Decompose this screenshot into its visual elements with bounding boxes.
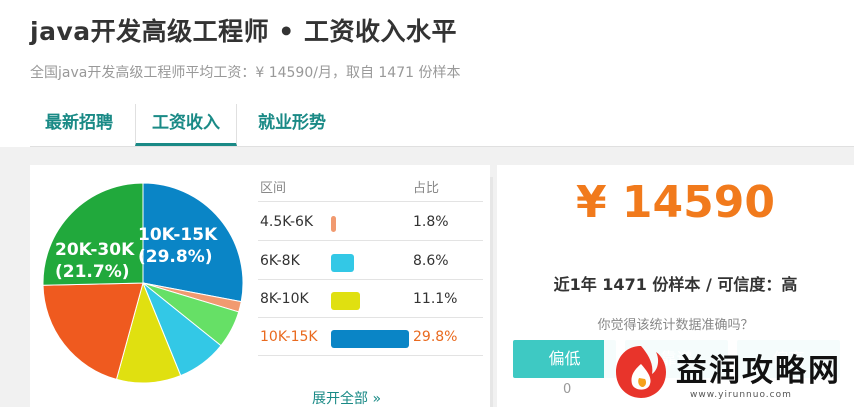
sample-info: 近1年 1471 份样本 / 可信度：高 — [553, 275, 798, 294]
accuracy-question: 你觉得该统计数据准确吗？ — [597, 318, 754, 333]
tab-employment[interactable]: 就业形势 — [258, 104, 326, 144]
column-header-share: 占比 — [413, 181, 440, 196]
watermark-text: 益润攻略网 — [676, 353, 841, 389]
share-bar — [331, 216, 336, 232]
tab-latest-jobs[interactable]: 最新招聘 — [45, 104, 113, 144]
row-divider — [258, 355, 483, 356]
row-range: 8K-10K — [260, 291, 309, 307]
row-share-highlighted: 29.8% — [413, 329, 458, 345]
salary-pie-chart: 10K-15K (29.8%) 20K-30K (21.7%) — [42, 182, 244, 384]
distribution-card: 10K-15K (29.8%) 20K-30K (21.7%) 区间 占比 4.… — [30, 165, 490, 410]
pie-label-20k-30k-pct: (21.7%) — [55, 262, 130, 282]
vote-low-button[interactable]: 偏低 — [513, 340, 616, 378]
column-header-range: 区间 — [260, 181, 287, 196]
page-title: java开发高级工程师 • 工资收入水平 — [30, 17, 457, 46]
tab-salary[interactable]: 工资收入 — [135, 104, 237, 146]
page-subtitle: 全国java开发高级工程师平均工资：¥ 14590/月，取自 1471 份样本 — [30, 65, 461, 81]
row-share: 1.8% — [413, 214, 449, 230]
watermark-logo-icon — [616, 346, 666, 398]
row-range: 6K-8K — [260, 253, 300, 269]
share-bar — [331, 254, 354, 272]
row-divider — [258, 201, 483, 202]
average-salary: ¥ 14590 — [575, 177, 775, 228]
expand-all-link[interactable]: 展开全部 » — [312, 388, 381, 408]
row-range-highlighted: 10K-15K — [260, 329, 318, 345]
panel-divider — [490, 177, 493, 407]
row-share: 11.1% — [413, 291, 458, 307]
row-divider — [258, 279, 483, 280]
row-divider — [258, 240, 483, 241]
row-range: 4.5K-6K — [260, 214, 314, 230]
pie-label-10k-15k: 10K-15K — [138, 225, 218, 245]
tab-bar: 最新招聘 工资收入 就业形势 — [30, 104, 854, 147]
watermark-url: www.yirunnuo.com — [690, 390, 792, 400]
share-bar — [331, 330, 409, 348]
pie-label-10k-15k-pct: (29.8%) — [138, 247, 213, 267]
vote-low-count: 0 — [563, 382, 572, 397]
row-share: 8.6% — [413, 253, 449, 269]
share-bar — [331, 292, 360, 310]
pie-label-20k-30k: 20K-30K — [55, 240, 135, 260]
row-divider — [258, 317, 483, 318]
